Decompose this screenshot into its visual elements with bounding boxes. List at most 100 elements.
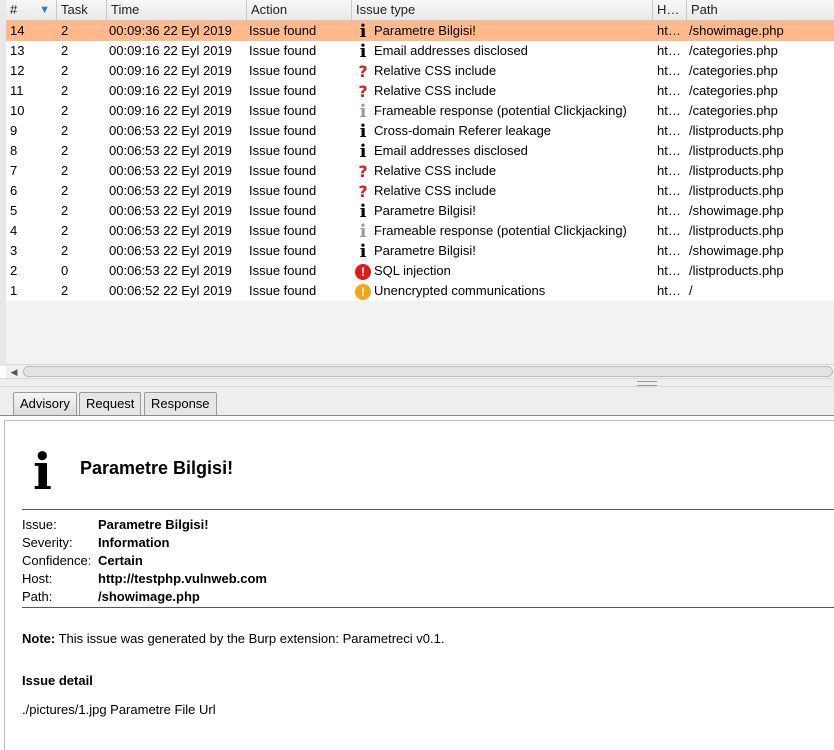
cell-path: /categories.php: [689, 43, 778, 58]
cell-severity: i: [352, 241, 374, 261]
cell-severity: ?: [352, 181, 374, 201]
cell-issue-type: Parametre Bilgisi!: [374, 203, 476, 218]
cell-action: Issue found: [249, 103, 317, 118]
cell-time: 00:06:53 22 Eyl 2019: [109, 203, 232, 218]
info-icon: i: [359, 201, 367, 221]
cell-task: 2: [61, 163, 69, 178]
cell-issue-type: Parametre Bilgisi!: [374, 23, 476, 38]
table-body: 14 2 00:09:36 22 Eyl 2019 Issue found i Param…: [6, 21, 834, 301]
cell-issue-type: Frameable response (potential Clickjacki…: [374, 103, 627, 118]
cell-host: ht…: [657, 203, 681, 218]
cell-number: 6: [10, 183, 18, 198]
advisory-panel: i Parametre Bilgisi! Issue: Parametre Bi…: [4, 420, 834, 750]
table-row[interactable]: 13 2 00:09:16 22 Eyl 2019 Issue found i Email…: [6, 41, 834, 61]
cell-time: 00:06:53 22 Eyl 2019: [109, 143, 232, 158]
cell-time: 00:06:53 22 Eyl 2019: [109, 243, 232, 258]
cell-action: Issue found: [249, 243, 317, 258]
cell-number: 9: [10, 123, 18, 138]
advisory-title: Parametre Bilgisi!: [80, 458, 234, 478]
scroll-thumb[interactable]: [23, 366, 833, 377]
col-header-path[interactable]: Path: [687, 0, 834, 20]
cell-time: 00:09:16 22 Eyl 2019: [109, 63, 232, 78]
cell-action: Issue found: [249, 43, 317, 58]
cell-action: Issue found: [249, 63, 317, 78]
cell-path: /showimage.php: [689, 23, 784, 38]
table-row[interactable]: 6 2 00:06:53 22 Eyl 2019 Issue found? Relati…: [6, 181, 834, 201]
pane-splitter[interactable]: [0, 378, 834, 387]
cell-path: /showimage.php: [689, 203, 784, 218]
cell-action: Issue found: [249, 23, 317, 38]
table-row[interactable]: 4 2 00:06:53 22 Eyl 2019 Issue found i Framea…: [6, 221, 834, 241]
cell-task: 2: [61, 223, 69, 238]
question-icon: ?: [358, 181, 368, 201]
col-header-issue-type[interactable]: Issue type: [352, 0, 653, 20]
info-tentative-icon: i: [359, 101, 367, 121]
table-row[interactable]: 7 2 00:06:53 22 Eyl 2019 Issue found? Relati…: [6, 161, 834, 181]
cell-task: 0: [61, 263, 69, 278]
table-row[interactable]: 2 0 00:06:53 22 Eyl 2019 Issue found! SQL in…: [6, 261, 834, 281]
cell-issue-type: Relative CSS include: [374, 163, 497, 178]
cell-path: /showimage.php: [689, 243, 784, 258]
col-header-task[interactable]: Task: [57, 0, 107, 20]
cell-issue-type: Email addresses disclosed: [374, 143, 528, 158]
info-icon: i: [359, 41, 367, 61]
cell-task: 2: [61, 43, 69, 58]
cell-time: 00:09:16 22 Eyl 2019: [109, 103, 232, 118]
cell-path: /listproducts.php: [689, 143, 784, 158]
info-tentative-icon: i: [359, 221, 367, 241]
question-icon: ?: [358, 161, 368, 181]
cell-severity: ?: [352, 81, 374, 101]
info-icon: i: [359, 141, 367, 161]
cell-time: 00:06:53 22 Eyl 2019: [109, 183, 232, 198]
cell-severity: ?: [352, 161, 374, 181]
col-header-host[interactable]: H…: [653, 0, 687, 20]
tab-request[interactable]: Request: [79, 392, 142, 415]
table-row[interactable]: 10 2 00:09:16 22 Eyl 2019 Issue found i Frame…: [6, 101, 834, 121]
cell-severity: i: [352, 41, 374, 61]
cell-number: 10: [10, 103, 25, 118]
detail-tabs: Advisory Request Response: [0, 387, 834, 416]
cell-severity: i: [352, 101, 374, 121]
col-header-number[interactable]: # ▼: [6, 0, 57, 20]
cell-number: 11: [10, 83, 24, 98]
cell-host: ht…: [657, 83, 681, 98]
cell-action: Issue found: [249, 283, 317, 298]
cell-host: ht…: [657, 123, 681, 138]
scroll-left-icon[interactable]: ◀: [7, 366, 21, 378]
cell-severity: i: [352, 201, 374, 221]
cell-path: /listproducts.php: [689, 163, 784, 178]
table-row[interactable]: 12 2 00:09:16 22 Eyl 2019 Issue found? Relat…: [6, 61, 834, 81]
question-icon: ?: [358, 61, 368, 81]
col-header-time[interactable]: Time: [107, 0, 247, 20]
cell-time: 00:06:53 22 Eyl 2019: [109, 223, 232, 238]
cell-task: 2: [61, 123, 69, 138]
cell-task: 2: [61, 243, 69, 258]
cell-time: 00:06:53 22 Eyl 2019: [109, 263, 232, 278]
issue-log-table: # ▼ Task Time Action Issue type H… Path …: [0, 0, 834, 366]
table-row[interactable]: 3 2 00:06:53 22 Eyl 2019 Issue found i Parame…: [6, 241, 834, 261]
cell-time: 00:09:16 22 Eyl 2019: [109, 43, 232, 58]
cell-severity: i: [352, 21, 374, 41]
warning-icon: !: [355, 283, 371, 300]
cell-host: ht…: [657, 243, 681, 258]
cell-number: 8: [10, 143, 18, 158]
cell-host: ht…: [657, 183, 681, 198]
info-icon: i: [33, 442, 52, 501]
cell-time: 00:06:53 22 Eyl 2019: [109, 123, 232, 138]
table-row[interactable]: 8 2 00:06:53 22 Eyl 2019 Issue found i Email …: [6, 141, 834, 161]
tab-advisory[interactable]: Advisory: [13, 392, 77, 415]
horizontal-scrollbar[interactable]: ◀: [6, 364, 834, 379]
cell-action: Issue found: [249, 263, 317, 278]
cell-path: /categories.php: [689, 103, 778, 118]
cell-task: 2: [61, 143, 69, 158]
cell-path: /listproducts.php: [689, 223, 784, 238]
table-row[interactable]: 1 2 00:06:52 22 Eyl 2019 Issue found! Unencr…: [6, 281, 834, 301]
cell-host: ht…: [657, 163, 681, 178]
col-header-action[interactable]: Action: [247, 0, 352, 20]
table-row[interactable]: 14 2 00:09:36 22 Eyl 2019 Issue found i Param…: [6, 21, 834, 41]
cell-task: 2: [61, 63, 69, 78]
table-row[interactable]: 5 2 00:06:53 22 Eyl 2019 Issue found i Parame…: [6, 201, 834, 221]
table-row[interactable]: 11 2 00:09:16 22 Eyl 2019 Issue found? Relat…: [6, 81, 834, 101]
table-row[interactable]: 9 2 00:06:53 22 Eyl 2019 Issue found i Cross-…: [6, 121, 834, 141]
tab-response[interactable]: Response: [144, 392, 217, 415]
